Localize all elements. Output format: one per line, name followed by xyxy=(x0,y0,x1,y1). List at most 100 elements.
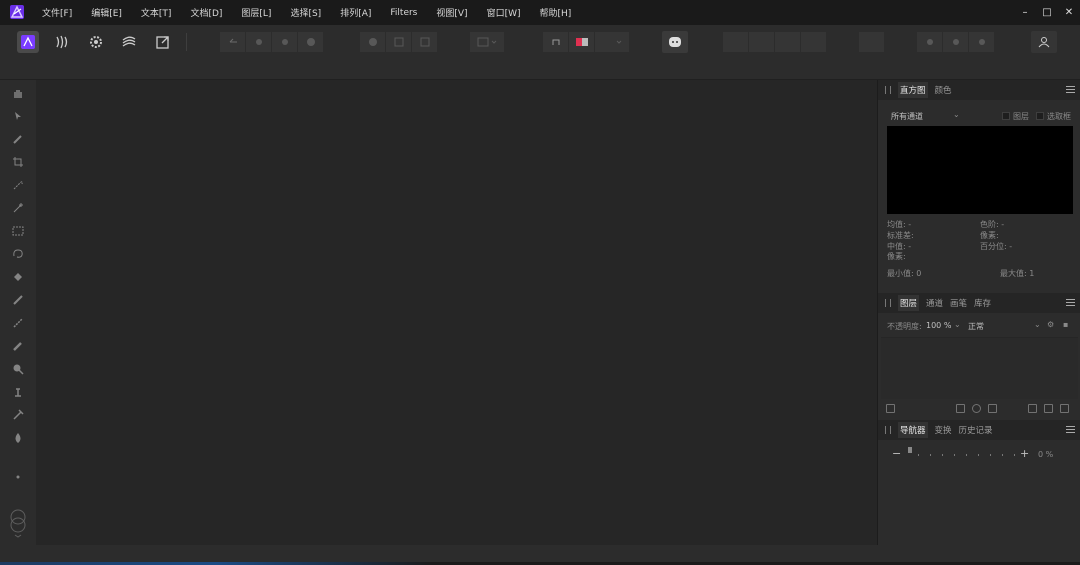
tab-brushes[interactable]: 画笔 xyxy=(950,297,967,309)
move-backward-button[interactable] xyxy=(749,32,774,52)
snapping-button[interactable] xyxy=(543,32,568,52)
menu-help[interactable]: 帮助[H] xyxy=(539,6,571,19)
tab-stock[interactable]: 库存 xyxy=(974,297,991,309)
flood-select-tool-icon[interactable] xyxy=(9,199,27,217)
color-swatch-icon[interactable] xyxy=(9,468,27,486)
liquify-persona-icon[interactable] xyxy=(51,31,73,53)
menu-view[interactable]: 视图[V] xyxy=(436,6,467,19)
account-button[interactable] xyxy=(1031,31,1057,53)
photo-persona-icon[interactable] xyxy=(17,31,39,53)
invert-selection-button[interactable] xyxy=(412,32,437,52)
boolean-intersect-button[interactable] xyxy=(969,32,994,52)
boolean-subtract-button[interactable] xyxy=(943,32,968,52)
select-all-button[interactable] xyxy=(360,32,385,52)
menu-window[interactable]: 窗口[W] xyxy=(487,6,521,19)
menu-layer[interactable]: 图层[L] xyxy=(241,6,271,19)
close-button[interactable]: ✕ xyxy=(1058,0,1080,25)
pixel-layer-icon[interactable] xyxy=(1004,404,1013,413)
mask-layer-icon[interactable] xyxy=(956,404,965,413)
auto-contrast-button[interactable] xyxy=(272,32,297,52)
marquee-checkbox[interactable] xyxy=(1036,112,1044,120)
panel-menu-icon[interactable] xyxy=(1066,299,1075,306)
undo-button[interactable] xyxy=(220,32,245,52)
menu-document[interactable]: 文档[D] xyxy=(190,6,222,19)
maximize-button[interactable]: □ xyxy=(1036,0,1058,25)
tone-mapping-persona-icon[interactable] xyxy=(118,31,140,53)
tab-histogram[interactable]: 直方图 xyxy=(898,82,928,98)
chevron-down-icon[interactable]: ⌄ xyxy=(954,320,961,329)
opacity-value[interactable]: 100 % xyxy=(926,321,951,330)
zoom-out-button[interactable]: − xyxy=(892,447,901,460)
view-tool-icon[interactable] xyxy=(9,84,27,102)
tab-navigator[interactable]: 导航器 xyxy=(898,422,928,438)
move-forward-button[interactable] xyxy=(775,32,800,52)
menu-edit[interactable]: 编辑[E] xyxy=(91,6,122,19)
tab-history[interactable]: 历史记录 xyxy=(959,424,993,436)
healing-brush-tool-icon[interactable] xyxy=(9,406,27,424)
panel-grip-icon[interactable] xyxy=(885,426,891,434)
tab-channels[interactable]: 通道 xyxy=(926,297,943,309)
panel-grip-icon[interactable] xyxy=(885,86,891,94)
tab-layers[interactable]: 图层 xyxy=(898,295,920,311)
auto-levels-button[interactable] xyxy=(246,32,271,52)
export-persona-icon[interactable] xyxy=(152,31,174,53)
toolbar xyxy=(0,25,1080,80)
menu-filters[interactable]: Filters xyxy=(390,8,417,18)
tab-transform[interactable]: 变换 xyxy=(935,424,952,436)
zoom-in-button[interactable]: + xyxy=(1020,447,1029,460)
erase-brush-tool-icon[interactable] xyxy=(9,337,27,355)
snapping-color-button[interactable] xyxy=(569,32,594,52)
menu-arrange[interactable]: 排列[A] xyxy=(340,6,371,19)
panel-grip-icon[interactable] xyxy=(885,299,891,307)
layer-checkbox[interactable] xyxy=(1002,112,1010,120)
dodge-tool-icon[interactable] xyxy=(9,360,27,378)
flood-fill-tool-icon[interactable] xyxy=(9,268,27,286)
freehand-selection-tool-icon[interactable] xyxy=(9,245,27,263)
quick-mask-dropdown[interactable] xyxy=(470,32,504,52)
chevron-down-icon[interactable]: ⌄ xyxy=(1034,320,1041,329)
blend-mode-select[interactable]: 正常 xyxy=(968,321,984,332)
live-filter-icon[interactable] xyxy=(988,404,997,413)
adjustment-layer-icon[interactable] xyxy=(972,404,981,413)
foreground-background-color-icon[interactable] xyxy=(9,508,27,538)
boolean-add-button[interactable] xyxy=(917,32,942,52)
auto-color-button[interactable] xyxy=(298,32,323,52)
selection-brush-tool-icon[interactable] xyxy=(9,176,27,194)
deselect-button[interactable] xyxy=(386,32,411,52)
move-front-button[interactable] xyxy=(801,32,826,52)
add-layer-icon[interactable] xyxy=(1044,404,1053,413)
minimize-button[interactable]: – xyxy=(1014,0,1036,25)
menu-select[interactable]: 选择[S] xyxy=(290,6,321,19)
clone-tool-icon[interactable] xyxy=(9,383,27,401)
main-menu: 文件[F] 编辑[E] 文本[T] 文档[D] 图层[L] 选择[S] 排列[A… xyxy=(42,0,590,25)
move-back-button[interactable] xyxy=(723,32,748,52)
align-button[interactable] xyxy=(859,32,884,52)
app-logo-icon[interactable] xyxy=(9,4,25,20)
crop-tool-icon[interactable] xyxy=(9,153,27,171)
marquee-tool-icon[interactable] xyxy=(9,222,27,240)
layers-list[interactable] xyxy=(881,337,1078,399)
zoom-slider[interactable] xyxy=(908,447,1016,456)
zoom-slider-handle[interactable] xyxy=(908,447,912,453)
group-layers-icon[interactable] xyxy=(1028,404,1037,413)
color-picker-tool-icon[interactable] xyxy=(9,130,27,148)
blur-brush-tool-icon[interactable] xyxy=(9,429,27,447)
paint-brush-tool-icon[interactable] xyxy=(9,291,27,309)
assistant-button[interactable] xyxy=(662,31,688,53)
menu-file[interactable]: 文件[F] xyxy=(42,6,72,19)
tab-color[interactable]: 颜色 xyxy=(935,84,952,96)
panel-menu-icon[interactable] xyxy=(1066,86,1075,93)
develop-persona-icon[interactable] xyxy=(85,31,107,53)
chevron-down-icon[interactable]: ⌄ xyxy=(953,110,960,119)
move-tool-icon[interactable] xyxy=(9,107,27,125)
channel-select[interactable]: 所有通道 xyxy=(891,111,923,122)
gear-icon[interactable]: ⚙ xyxy=(1047,320,1054,329)
layer-stack-icon[interactable] xyxy=(886,404,895,413)
document-canvas[interactable] xyxy=(36,80,877,545)
lock-icon[interactable]: ▪ xyxy=(1063,320,1068,329)
snapping-options-dropdown[interactable] xyxy=(595,32,629,52)
panel-menu-icon[interactable] xyxy=(1066,426,1075,433)
delete-layer-icon[interactable] xyxy=(1060,404,1069,413)
pixel-tool-icon[interactable] xyxy=(9,314,27,332)
menu-text[interactable]: 文本[T] xyxy=(141,6,172,19)
